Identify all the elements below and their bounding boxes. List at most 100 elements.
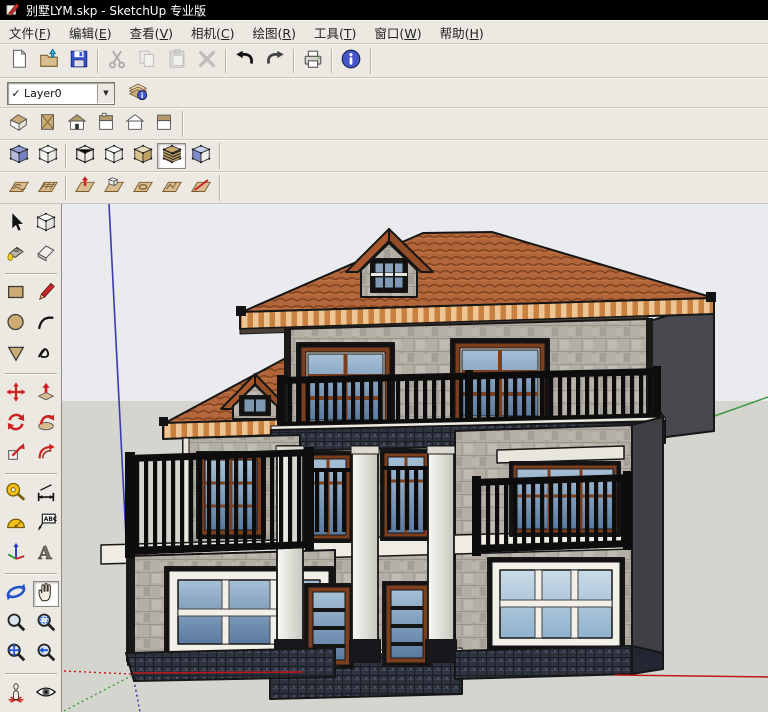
cut-button[interactable] <box>102 47 132 75</box>
svg-text:ABC: ABC <box>43 516 56 523</box>
xray-button[interactable] <box>4 143 33 169</box>
save-icon <box>68 48 90 74</box>
menu-item-edit[interactable]: 编辑(E) <box>60 23 121 42</box>
dimension-button[interactable] <box>33 481 59 507</box>
layer-manager-button[interactable] <box>123 79 153 107</box>
new-document-icon <box>8 48 30 74</box>
model-info-button[interactable] <box>336 47 366 75</box>
paint-bucket-button[interactable] <box>3 241 29 267</box>
viewport-canvas[interactable] <box>62 204 768 712</box>
palette-row <box>3 281 59 307</box>
monochrome-button[interactable] <box>186 143 215 169</box>
zoom-previous-button[interactable] <box>33 641 59 667</box>
circle-button[interactable] <box>3 311 29 337</box>
left-button[interactable] <box>120 111 149 137</box>
move-button[interactable] <box>3 381 29 407</box>
palette-row <box>3 241 59 267</box>
print-button[interactable] <box>298 47 328 75</box>
save-button[interactable] <box>64 47 94 75</box>
redo-button[interactable] <box>260 47 290 75</box>
orbit-button[interactable] <box>3 581 29 607</box>
erase-button[interactable] <box>192 47 222 75</box>
new-button[interactable] <box>4 47 34 75</box>
window-title: 别墅LYM.skp - SketchUp 专业版 <box>26 2 206 19</box>
line-button[interactable] <box>33 281 59 307</box>
menu-item-window[interactable]: 窗口(W) <box>365 23 430 42</box>
menu-item-file[interactable]: 文件(F) <box>0 23 60 42</box>
follow-me-button[interactable] <box>33 411 59 437</box>
sandbox-flip-icon <box>190 175 212 201</box>
open-button[interactable] <box>34 47 64 75</box>
column <box>426 446 456 662</box>
right-wing-side-face <box>632 417 663 660</box>
right-1f-window <box>488 558 624 650</box>
axes-button[interactable] <box>3 541 29 567</box>
offset-button[interactable] <box>33 441 59 467</box>
back-edges-button[interactable] <box>33 143 62 169</box>
menu-item-help[interactable]: 帮助(H) <box>431 23 493 42</box>
style-back-edges-icon <box>37 143 59 169</box>
add-detail-button[interactable] <box>157 175 186 201</box>
palette-divider <box>5 673 57 675</box>
position-camera-button[interactable] <box>3 681 29 707</box>
freehand-button[interactable] <box>33 341 59 367</box>
pan-button[interactable] <box>33 581 59 607</box>
copy-icon <box>136 48 158 74</box>
paint-bucket-icon <box>5 241 27 267</box>
menu-item-tools[interactable]: 工具(T) <box>305 23 365 42</box>
rectangle-button[interactable] <box>3 281 29 307</box>
sandbox-scratch-icon <box>37 175 59 201</box>
front-button[interactable] <box>62 111 91 137</box>
protractor-button[interactable] <box>3 511 29 537</box>
sketchup-window: 别墅LYM.skp - SketchUp 专业版 文件(F)编辑(E)查看(V)… <box>0 0 768 712</box>
wireframe-button[interactable] <box>70 143 99 169</box>
from-contours-button[interactable] <box>4 175 33 201</box>
menu-item-draw[interactable]: 绘图(R) <box>244 23 305 42</box>
paste-button[interactable] <box>162 47 192 75</box>
menu-item-camera[interactable]: 相机(C) <box>182 23 244 42</box>
look-around-icon <box>35 681 57 707</box>
layer-dropdown[interactable]: ✓ Layer0 ▼ <box>7 82 115 105</box>
center-1f-window-right <box>383 582 431 666</box>
flip-edge-button[interactable] <box>186 175 215 201</box>
toolbar-separator <box>65 144 67 168</box>
push-pull-button[interactable] <box>33 381 59 407</box>
arc-button[interactable] <box>33 311 59 337</box>
shaded-button[interactable] <box>128 143 157 169</box>
hidden-line-button[interactable] <box>99 143 128 169</box>
line-pencil-icon <box>35 281 57 307</box>
zoom-icon <box>5 611 27 637</box>
select-button[interactable] <box>3 211 29 237</box>
rotate-button[interactable] <box>3 411 29 437</box>
drape-button[interactable] <box>128 175 157 201</box>
look-around-button[interactable] <box>33 681 59 707</box>
rectangle-icon <box>5 281 27 307</box>
eraser-button[interactable] <box>33 241 59 267</box>
from-scratch-button[interactable] <box>33 175 62 201</box>
svg-text:A: A <box>37 544 52 563</box>
zoom-button[interactable] <box>3 611 29 637</box>
toolbar-end <box>219 175 221 201</box>
undo-button[interactable] <box>230 47 260 75</box>
polygon-button[interactable] <box>3 341 29 367</box>
copy-button[interactable] <box>132 47 162 75</box>
text-button[interactable]: ABC <box>33 511 59 537</box>
palette-row <box>3 681 59 707</box>
menu-item-view[interactable]: 查看(V) <box>121 23 182 42</box>
iso-button[interactable] <box>4 111 33 137</box>
undo-icon <box>234 48 256 74</box>
zoom-extents-button[interactable] <box>3 641 29 667</box>
top-button[interactable] <box>33 111 62 137</box>
orbit-icon <box>5 581 27 607</box>
zoom-window-button[interactable] <box>33 611 59 637</box>
right-button[interactable] <box>149 111 178 137</box>
3d-text-button[interactable]: A <box>33 541 59 567</box>
tape-measure-button[interactable] <box>3 481 29 507</box>
stamp-button[interactable] <box>99 175 128 201</box>
smoove-button[interactable] <box>70 175 99 201</box>
make-component-button[interactable] <box>33 211 59 237</box>
scale-button[interactable] <box>3 441 29 467</box>
layer-dropdown-arrow[interactable]: ▼ <box>97 84 114 103</box>
back-button[interactable] <box>91 111 120 137</box>
shaded-with-textures-button[interactable] <box>157 143 186 169</box>
